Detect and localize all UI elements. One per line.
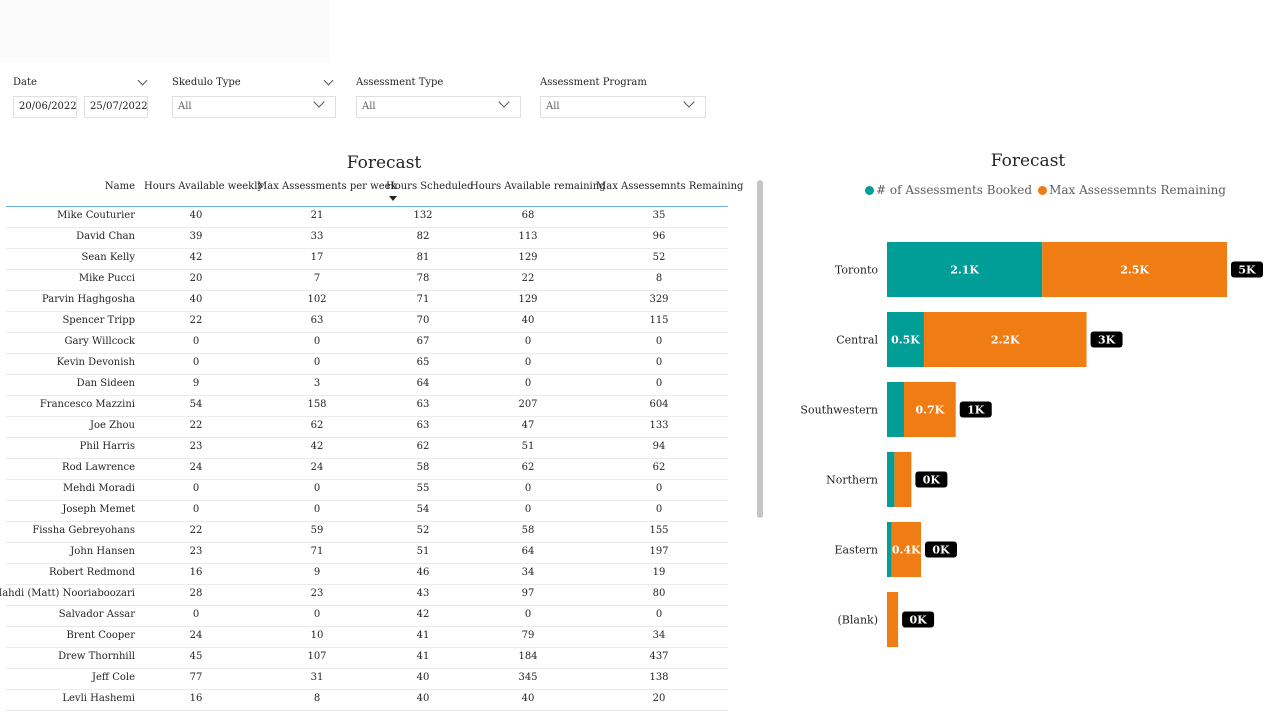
data-label: 2.5K: [1120, 264, 1149, 277]
total-label: 0K: [923, 474, 941, 487]
bar-segment[interactable]: [894, 452, 912, 507]
total-label: 1K: [967, 404, 985, 417]
bar-segment[interactable]: [887, 382, 904, 437]
total-label: 5K: [1238, 264, 1256, 277]
category-label: Northern: [826, 474, 878, 487]
data-label: 0.7K: [916, 404, 945, 417]
data-label: 0.4K: [892, 544, 921, 557]
bar-segment[interactable]: [887, 452, 895, 507]
total-label: 3K: [1098, 334, 1116, 347]
category-label: Toronto: [835, 264, 878, 277]
data-label: 2.1K: [950, 264, 979, 277]
total-label: 0K: [909, 614, 927, 627]
data-label: 2.2K: [991, 334, 1020, 347]
category-label: Southwestern: [800, 404, 878, 417]
total-label: 0K: [932, 544, 950, 557]
data-label: 0.5K: [891, 334, 920, 347]
category-label: Eastern: [834, 544, 878, 557]
bar-segment[interactable]: [887, 592, 899, 647]
forecast-bar-chart: Toronto 2.1K 2.5K 5K Central 0.5K 2.2K 3K Southw…: [800, 242, 1263, 647]
bar-segment[interactable]: [887, 522, 892, 577]
category-label: (Blank): [838, 614, 879, 627]
category-label: Central: [836, 334, 878, 347]
